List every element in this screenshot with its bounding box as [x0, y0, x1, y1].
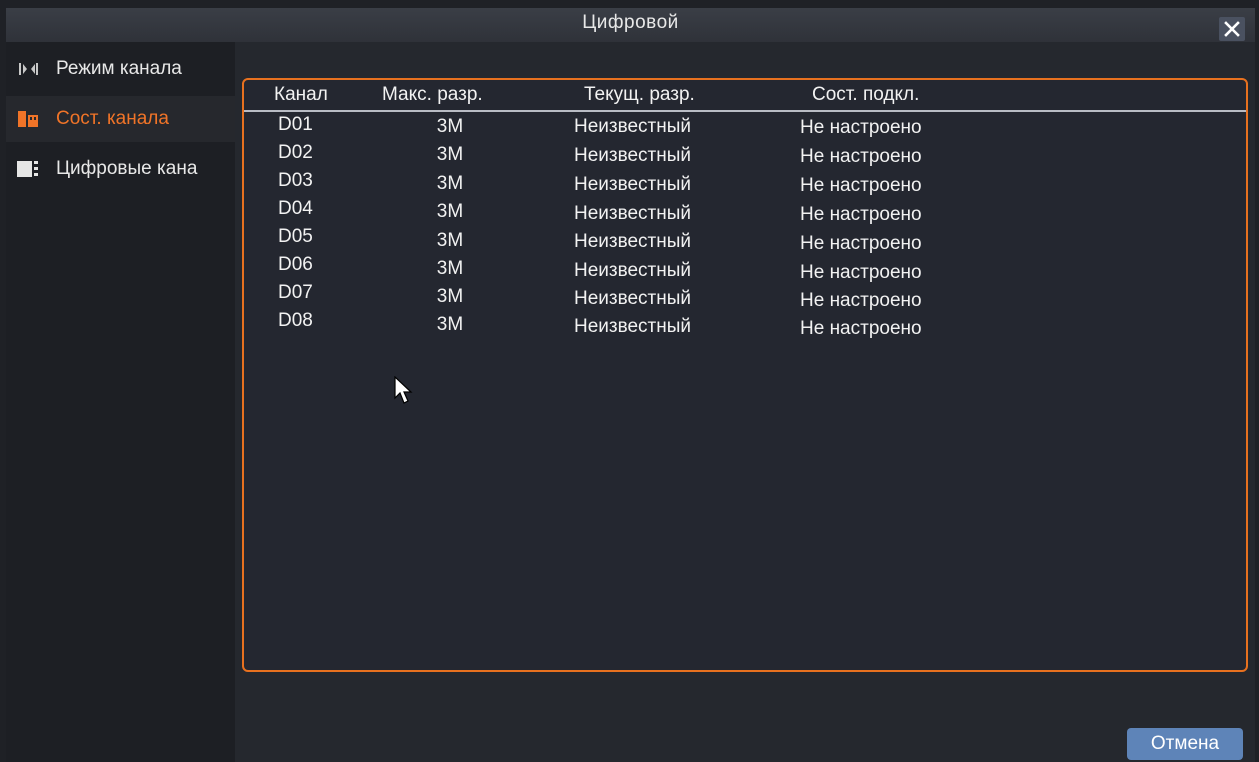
- table-row[interactable]: D05 3M Неизвестный Не настроено: [244, 226, 1246, 254]
- table-row[interactable]: D01 3M Неизвестный Не настроено: [244, 114, 1246, 142]
- channel-status-icon: [16, 109, 40, 129]
- cell-connection-status: Не настроено: [800, 262, 922, 283]
- sidebar: Режим канала Сост. канала Цифровые кана: [6, 42, 235, 762]
- table-row[interactable]: D08 3M Неизвестный Не настроено: [244, 310, 1246, 339]
- table-header: Канал Макс. разр. Текущ. разр. Сост. под…: [244, 80, 1246, 112]
- cell-current-resolution: Неизвестный: [574, 231, 692, 252]
- cell-max-resolution: 3M: [436, 258, 464, 279]
- cell-channel: D05: [278, 226, 313, 247]
- table-row[interactable]: D06 3M Неизвестный Не настроено: [244, 254, 1246, 283]
- cell-channel: D07: [278, 282, 313, 303]
- cell-current-resolution: Неизвестный: [574, 288, 692, 309]
- cell-connection-status: Не настроено: [800, 233, 922, 254]
- cell-channel: D04: [278, 198, 313, 219]
- cell-connection-status: Не настроено: [800, 290, 922, 311]
- mouse-cursor-icon: [394, 375, 414, 411]
- cell-channel: D01: [278, 114, 313, 135]
- cell-current-resolution: Неизвестный: [574, 203, 692, 224]
- window-title: Цифровой: [582, 12, 679, 33]
- close-icon: [1224, 21, 1240, 37]
- cell-channel: D03: [278, 170, 313, 191]
- cell-current-resolution: Неизвестный: [574, 145, 692, 166]
- cell-current-resolution: Неизвестный: [574, 260, 692, 281]
- table-row[interactable]: D03 3M Неизвестный Не настроено: [244, 170, 1246, 198]
- cell-max-resolution: 3M: [436, 144, 464, 165]
- cell-current-resolution: Неизвестный: [574, 174, 692, 195]
- sidebar-item-channel-status[interactable]: Сост. канала: [6, 96, 235, 142]
- cell-current-resolution: Неизвестный: [574, 116, 692, 137]
- channel-mode-icon: [16, 59, 40, 79]
- digital-channels-icon: [16, 159, 40, 179]
- sidebar-item-label: Режим канала: [56, 58, 182, 79]
- header-channel: Канал: [274, 84, 328, 105]
- cell-max-resolution: 3M: [436, 230, 464, 251]
- table-row[interactable]: D07 3M Неизвестный Не настроено: [244, 282, 1246, 311]
- cell-connection-status: Не настроено: [800, 204, 922, 225]
- header-max-resolution: Макс. разр.: [382, 84, 483, 105]
- channel-status-panel: Канал Макс. разр. Текущ. разр. Сост. под…: [242, 78, 1248, 672]
- cell-channel: D02: [278, 142, 313, 163]
- sidebar-item-channel-mode[interactable]: Режим канала: [6, 46, 235, 92]
- digital-settings-window: Цифровой Режим канала Сост. канала Цифро…: [6, 8, 1255, 762]
- dvr-screen: Цифровой Режим канала Сост. канала Цифро…: [0, 0, 1259, 762]
- title-bar: Цифровой: [6, 8, 1255, 42]
- cell-max-resolution: 3M: [436, 314, 464, 335]
- cell-connection-status: Не настроено: [800, 175, 922, 196]
- cell-max-resolution: 3M: [436, 173, 464, 194]
- sidebar-item-label: Сост. канала: [56, 108, 169, 129]
- cell-connection-status: Не настроено: [800, 146, 922, 167]
- table-row[interactable]: D02 3M Неизвестный Не настроено: [244, 142, 1246, 170]
- close-button[interactable]: [1219, 17, 1245, 41]
- sidebar-item-digital-channels[interactable]: Цифровые кана: [6, 146, 235, 192]
- table-row[interactable]: D04 3M Неизвестный Не настроено: [244, 198, 1246, 226]
- cell-max-resolution: 3M: [436, 116, 464, 137]
- header-connection-status: Сост. подкл.: [812, 84, 920, 105]
- cell-connection-status: Не настроено: [800, 117, 922, 138]
- cell-current-resolution: Неизвестный: [574, 316, 692, 337]
- cell-connection-status: Не настроено: [800, 318, 922, 339]
- cell-max-resolution: 3M: [436, 286, 464, 307]
- sidebar-item-label: Цифровые кана: [56, 158, 198, 179]
- cancel-button[interactable]: Отмена: [1127, 728, 1243, 760]
- cell-channel: D06: [278, 254, 313, 275]
- cell-max-resolution: 3M: [436, 201, 464, 222]
- header-current-resolution: Текущ. разр.: [584, 84, 695, 105]
- cell-channel: D08: [278, 310, 313, 331]
